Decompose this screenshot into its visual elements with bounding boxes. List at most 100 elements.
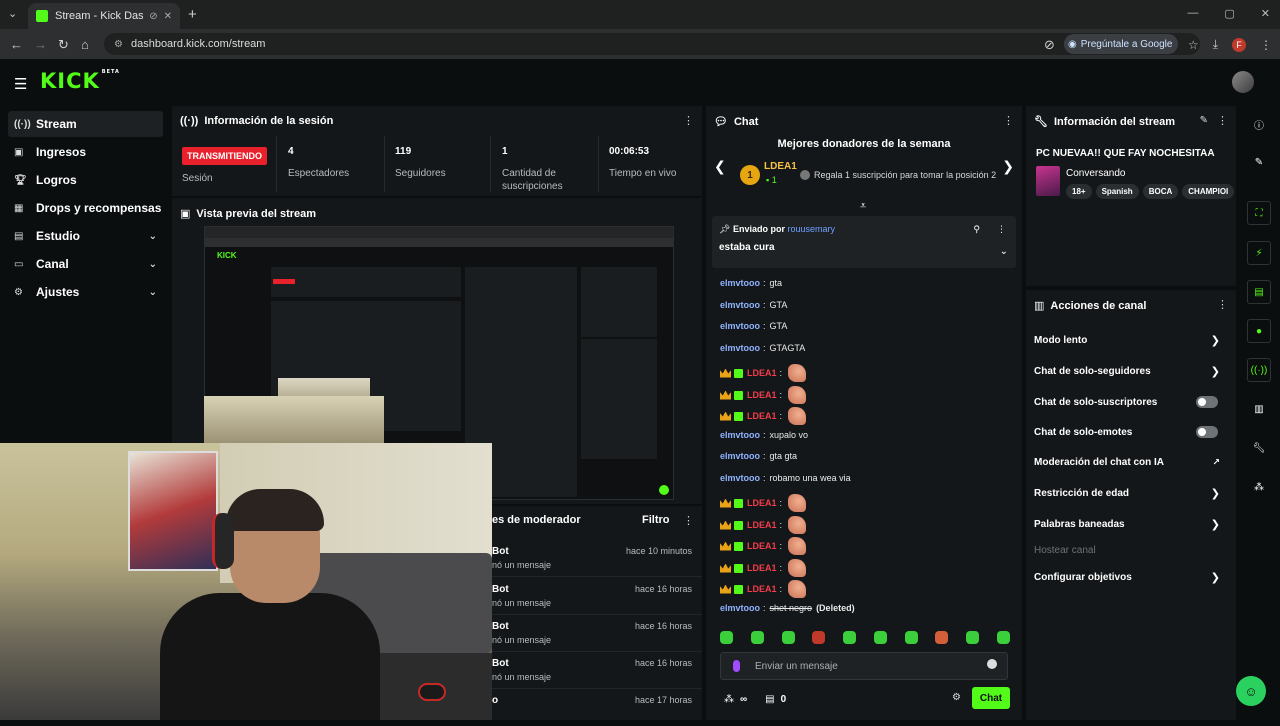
chat-message[interactable]: elmvtooo: GTA (720, 300, 787, 310)
chat-username[interactable]: elmvtooo (720, 430, 760, 440)
chat-username[interactable]: LDEA1 (747, 368, 777, 378)
chat-username[interactable]: LDEA1 (747, 498, 777, 508)
mod-action-row[interactable]: o hace 17 horas (492, 689, 702, 726)
home-icon[interactable]: ⌂ (81, 37, 89, 52)
close-window-icon[interactable]: ✕ (1261, 7, 1270, 20)
subscribers-only-toggle[interactable] (1196, 396, 1218, 408)
mod-action-row[interactable]: Bot nó un mensaje hace 16 horas (492, 615, 702, 652)
mod-action-row[interactable]: Bot nó un mensaje hace 16 horas (492, 652, 702, 689)
tools-icon[interactable]: 🔧︎ (1247, 436, 1271, 460)
chat-message[interactable]: elmvtooo: GTAGTA (720, 343, 805, 353)
profile-avatar[interactable]: F (1232, 37, 1246, 52)
chat-username[interactable]: elmvtooo (720, 343, 760, 353)
chat-message[interactable]: LDEA1: (720, 537, 807, 555)
more-options-icon[interactable]: ⋮ (683, 514, 694, 527)
emote-icon[interactable] (935, 631, 949, 644)
action-ai-moderation[interactable]: Moderación del chat con IA ↗ (1034, 451, 1220, 473)
sidebar-item-ajustes[interactable]: ⚙ Ajustes ⌄ (8, 279, 163, 305)
chevron-left-icon[interactable]: ❮ (714, 158, 726, 175)
chat-username[interactable]: elmvtooo (720, 321, 760, 331)
broadcast-icon[interactable]: ((·)) (1247, 358, 1271, 382)
chevron-right-icon[interactable]: ❯ (1002, 158, 1014, 175)
chat-message[interactable]: elmvtooo: robamo una wea via (720, 473, 851, 483)
support-chat-icon[interactable]: ☺ (1236, 676, 1266, 706)
more-options-icon[interactable]: ⋮ (683, 114, 694, 127)
emote-icon[interactable] (812, 631, 826, 644)
chat-username[interactable]: LDEA1 (747, 390, 777, 400)
microphone-icon[interactable] (733, 660, 740, 672)
kick-logo[interactable]: KICK BETA (40, 69, 120, 93)
chat-message[interactable]: elmvtooo: gta (720, 278, 782, 288)
fullscreen-icon[interactable]: ⛶ (1247, 201, 1271, 225)
more-options-icon[interactable]: ⋮ (1003, 114, 1014, 127)
action-configure-goals[interactable]: Configurar objetivos ❯ (1034, 566, 1220, 588)
donor-name[interactable]: LDEA1 (764, 161, 797, 172)
back-icon[interactable]: ← (10, 37, 23, 52)
info-icon[interactable]: ⓘ (1247, 112, 1271, 136)
minimize-icon[interactable]: — (1187, 7, 1198, 20)
browser-tab[interactable]: Stream - Kick Dashboard ⊘ ✕ (28, 3, 180, 29)
new-tab-icon[interactable]: + (188, 6, 197, 23)
sidebar-item-drops[interactable]: ▦ Drops y recompensas (8, 195, 163, 221)
chat-message[interactable]: elmvtooo: GTA (720, 321, 787, 331)
sidebar-item-ingresos[interactable]: ▣ Ingresos (8, 139, 163, 165)
edit-icon[interactable]: ✎ (1200, 115, 1208, 126)
chat-username[interactable]: LDEA1 (747, 541, 777, 551)
collapse-donors-icon[interactable]: ⩡ (860, 200, 866, 213)
mute-site-icon[interactable]: ⊘ (1044, 37, 1055, 53)
mute-tab-icon[interactable]: ⊘ (149, 11, 157, 22)
chat-message[interactable]: LDEA1: (720, 516, 807, 534)
chat-username[interactable]: LDEA1 (747, 411, 777, 421)
emote-icon[interactable] (966, 631, 980, 644)
chat-username[interactable]: elmvtooo (720, 451, 760, 461)
lightning-icon[interactable]: ⚡︎ (1247, 241, 1271, 265)
chat-username[interactable]: LDEA1 (747, 520, 777, 530)
chevron-down-icon[interactable]: ⌄ (1000, 246, 1008, 257)
emote-icon[interactable] (904, 631, 918, 644)
chat-message[interactable]: LDEA1: (720, 386, 807, 404)
action-slow-mode[interactable]: Modo lento ❯ (1034, 329, 1220, 351)
chat-message[interactable]: elmvtooo: shet negro (Deleted) (720, 603, 855, 613)
action-followers-only[interactable]: Chat de solo-seguidores ❯ (1034, 360, 1220, 382)
more-options-icon[interactable]: ⋮ (1217, 298, 1228, 311)
bookmark-star-icon[interactable]: ☆ (1188, 38, 1199, 52)
sidebar-item-estudio[interactable]: ▤ Estudio ⌄ (8, 223, 163, 249)
emote-icon[interactable] (781, 631, 795, 644)
chat-message[interactable]: LDEA1: (720, 364, 807, 382)
layout-icon[interactable]: ▥ (1247, 397, 1271, 421)
chat-username[interactable]: LDEA1 (747, 563, 777, 573)
chat-message[interactable]: LDEA1: (720, 559, 807, 577)
chat-username[interactable]: elmvtooo (720, 300, 760, 310)
emoji-picker-icon[interactable] (987, 659, 997, 669)
unpin-icon[interactable]: ⚲ (973, 224, 980, 235)
action-banned-words[interactable]: Palabras baneadas ❯ (1034, 513, 1220, 535)
kicks-icon[interactable]: ▤ (765, 694, 774, 705)
browser-menu-icon[interactable]: ⋮ (1260, 38, 1272, 52)
emote-icon[interactable] (843, 631, 857, 644)
sidebar-item-canal[interactable]: ▭ Canal ⌄ (8, 251, 163, 277)
chat-username[interactable]: LDEA1 (747, 584, 777, 594)
apps-icon[interactable]: ⁂ (1247, 475, 1271, 499)
donor-gift-cta[interactable]: Regala 1 suscripción para tomar la posic… (800, 170, 996, 180)
forward-icon[interactable]: → (34, 37, 47, 52)
action-age-restriction[interactable]: Restricción de edad ❯ (1034, 482, 1220, 504)
more-options-icon[interactable]: ⋮ (1217, 114, 1228, 127)
close-tab-icon[interactable]: ✕ (164, 11, 172, 22)
chat-message[interactable]: elmvtooo: xupalo vo (720, 430, 808, 440)
filter-button[interactable]: Filtro (642, 514, 670, 526)
chat-message-input[interactable] (755, 658, 975, 674)
notes-icon[interactable]: ▤ (1247, 280, 1271, 304)
edit-layout-icon[interactable]: ✎ (1247, 150, 1271, 174)
emote-icon[interactable] (720, 631, 733, 644)
chat-message[interactable]: LDEA1: (720, 580, 807, 598)
pinned-message[interactable]: 📌︎ Enviado por rouusemary estaba cura ⚲ … (712, 216, 1016, 268)
channel-points-icon[interactable]: ⁂ (724, 694, 734, 705)
chat-username[interactable]: elmvtooo (720, 473, 760, 483)
chat-message[interactable]: elmvtooo: gta gta (720, 451, 797, 461)
download-icon[interactable]: ⤓ (1213, 37, 1218, 52)
emote-icon[interactable] (996, 631, 1010, 644)
sidebar-item-logros[interactable]: 🏆︎ Logros (8, 167, 163, 193)
sidebar-item-stream[interactable]: ((·)) Stream (8, 111, 163, 137)
reload-icon[interactable]: ↻ (58, 37, 69, 53)
user-avatar[interactable] (1232, 71, 1254, 93)
